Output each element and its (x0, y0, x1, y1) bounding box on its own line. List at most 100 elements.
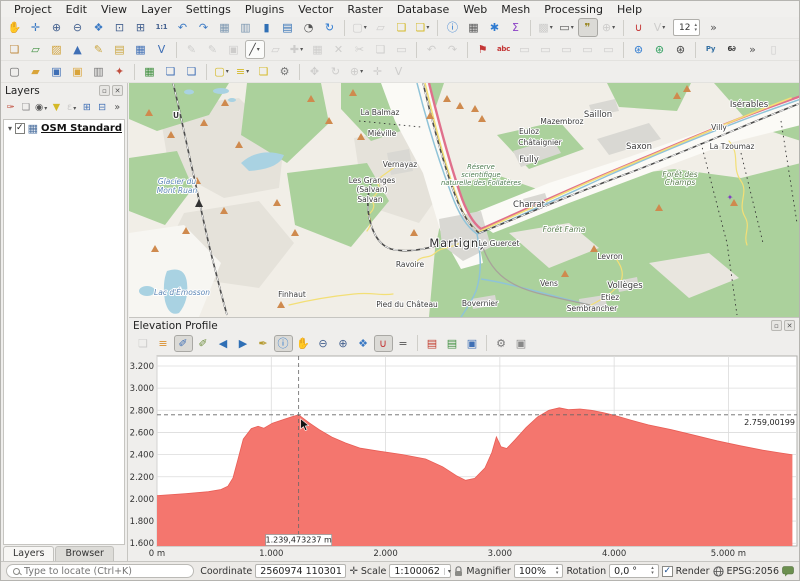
add-wms-service-button[interactable]: ⊛ (650, 40, 670, 59)
new-map-view-button[interactable]: ▦ (215, 18, 235, 37)
measure-button[interactable]: ▭▾ (557, 18, 577, 37)
toolbar-extension-2-button[interactable]: » (743, 40, 763, 59)
layer-tree[interactable]: ▾ ✓ ▦ OSM Standard (3, 119, 125, 545)
move-feature-button[interactable]: ✥ (305, 62, 325, 81)
expand-caret-icon[interactable]: ▾ (8, 124, 12, 133)
zoom-to-selection-button[interactable]: ⊡ (110, 18, 130, 37)
capture-curve-from-feature-button[interactable]: ✐ (194, 335, 213, 352)
menu-project[interactable]: Project (7, 3, 59, 16)
scale-combo[interactable]: 1:100062 ▾ (389, 564, 451, 578)
digitize-with-segment-button[interactable]: ╱▾ (245, 40, 265, 59)
project-properties-button[interactable]: ▥ (89, 62, 109, 81)
add-group-button[interactable]: ❏ (19, 100, 33, 116)
align-features-button[interactable]: ✛ (368, 62, 388, 81)
add-delimited-text-layer-button[interactable]: ✎ (89, 40, 109, 59)
show-layer-tree-button[interactable]: ≡ (154, 335, 173, 352)
add-layers-button[interactable]: ❏ (134, 335, 153, 352)
menu-plugins[interactable]: Plugins (238, 3, 291, 16)
duplicate-layer-button[interactable]: ❏ (161, 62, 181, 81)
elevation-panel-float-button[interactable]: ▫ (771, 320, 782, 331)
layer-history-button[interactable]: ❏ (182, 62, 202, 81)
style-manager-button[interactable]: ✦ (110, 62, 130, 81)
profile-settings-button[interactable]: ⚙ (492, 335, 511, 352)
pin-unpin-labels-button[interactable]: ▭ (515, 40, 535, 59)
zoom-full-extent-button[interactable]: ❖ (89, 18, 109, 37)
menu-edit[interactable]: Edit (59, 3, 94, 16)
zoom-full-profile-button[interactable]: ❖ (354, 335, 373, 352)
undo-button[interactable]: ↶ (422, 40, 442, 59)
modify-selection-button[interactable]: ▱ (371, 18, 391, 37)
dock-tab-browser[interactable]: Browser (55, 546, 114, 561)
show-bookmarks-button[interactable]: ▤ (278, 18, 298, 37)
nudge-left-button[interactable]: ◀ (214, 335, 233, 352)
magnifier-field[interactable]: 100% ▴▾ (514, 564, 564, 578)
menu-vector[interactable]: Vector (291, 3, 340, 16)
spin-arrows-icon[interactable]: ▴▾ (651, 566, 654, 576)
capture-curve-button[interactable]: ✐ (174, 335, 193, 352)
locate-input[interactable] (24, 566, 187, 577)
expand-all-button[interactable]: ⊞ (80, 100, 94, 116)
value-spinbox[interactable]: 12▴▾ (673, 19, 700, 36)
select-features-grey-button[interactable]: ▢▾ (350, 18, 370, 37)
add-virtual-layer-button[interactable]: ▤ (110, 40, 130, 59)
identify-profile-features-button[interactable]: ⓘ (274, 335, 293, 352)
modify-attributes-button[interactable]: ▦ (308, 40, 328, 59)
deselect-all-button[interactable]: ❏ (392, 18, 412, 37)
show-hide-labels-button[interactable]: ▭ (536, 40, 556, 59)
python-console-button[interactable]: Py (701, 40, 721, 59)
menu-web[interactable]: Web (456, 3, 494, 16)
pan-to-selection-button[interactable]: ✛ (26, 18, 46, 37)
zoom-next-button[interactable]: ↷ (194, 18, 214, 37)
paste-features-button[interactable]: ▭ (392, 40, 412, 59)
new-bookmark-button[interactable]: ▮ (257, 18, 277, 37)
deselect-features-button[interactable]: ❏ (254, 62, 274, 81)
filter-by-expression-button[interactable]: ε▾ (65, 100, 79, 116)
open-layer-styling-button[interactable]: ✑ (4, 100, 18, 116)
copy-features-button[interactable]: ❏ (371, 40, 391, 59)
rotation-field[interactable]: 0,0 ° ▴▾ (609, 564, 659, 578)
layers-panel-close-button[interactable]: ✕ (112, 85, 123, 96)
current-edits-button[interactable]: ✎ (182, 40, 202, 59)
new-project-button[interactable]: ▢ (5, 62, 25, 81)
layer-tree-item[interactable]: ▾ ✓ ▦ OSM Standard (4, 120, 124, 134)
save-project-as-button[interactable]: ▣ (68, 62, 88, 81)
zoom-in-button[interactable]: ⊕ (47, 18, 67, 37)
vertex-tool-current-layer-button[interactable]: ✚▾ (287, 40, 307, 59)
dock-tab-layers[interactable]: Layers (3, 546, 54, 561)
osm-place-search-button[interactable]: 6∂ (722, 40, 742, 59)
select-features-rect-button[interactable]: ▢▾ (212, 62, 232, 81)
zoom-in-profile-button[interactable]: ⊕ (334, 335, 353, 352)
add-vector-layer-button[interactable]: ▱ (26, 40, 46, 59)
layers-toolbar-extension-button[interactable]: » (110, 100, 124, 116)
pan-button[interactable]: ✋ (5, 18, 25, 37)
render-checkbox[interactable]: ✓ (662, 566, 673, 577)
select-by-value-button[interactable]: ≡▾ (233, 62, 253, 81)
measure-profile-button[interactable]: = (394, 335, 413, 352)
zoom-out-profile-button[interactable]: ⊖ (314, 335, 333, 352)
refresh-map-button[interactable]: ↻ (320, 18, 340, 37)
dock-frame-button[interactable]: ▯ (764, 40, 784, 59)
cut-features-button[interactable]: ✂ (350, 40, 370, 59)
locate-box[interactable] (6, 564, 194, 578)
osm-map[interactable]: U✦ La BalmazMiévilleVernayazLes Granges(… (129, 83, 800, 317)
new-spatial-bookmark-button[interactable]: ⊕▾ (599, 18, 619, 37)
add-wfs-layer-button[interactable]: V (152, 40, 172, 59)
menu-view[interactable]: View (94, 3, 134, 16)
vertex-helper-button[interactable]: V (389, 62, 409, 81)
new-print-layout-button[interactable]: ▦ (140, 62, 160, 81)
toolbar-extension-button[interactable]: » (703, 18, 723, 37)
data-source-manager-button[interactable]: ❏ (5, 40, 25, 59)
messages-icon[interactable] (782, 566, 794, 577)
crs-label[interactable]: EPSG:2056 (727, 566, 780, 577)
manage-map-themes-button[interactable]: ◉▾ (34, 100, 48, 116)
menu-settings[interactable]: Settings (179, 3, 238, 16)
identify-features-button[interactable]: ⓘ (443, 18, 463, 37)
coordinate-input[interactable] (260, 566, 341, 577)
metasearch-button[interactable]: ⊛ (629, 40, 649, 59)
layers-panel-float-button[interactable]: ▫ (99, 85, 110, 96)
new-3d-map-view-button[interactable]: ▥ (236, 18, 256, 37)
temporal-controller-button[interactable]: ◔ (299, 18, 319, 37)
pan-profile-button[interactable]: ✋ (294, 335, 313, 352)
crs-globe-icon[interactable] (713, 566, 724, 577)
processing-toolbox-button[interactable]: ✱ (485, 18, 505, 37)
